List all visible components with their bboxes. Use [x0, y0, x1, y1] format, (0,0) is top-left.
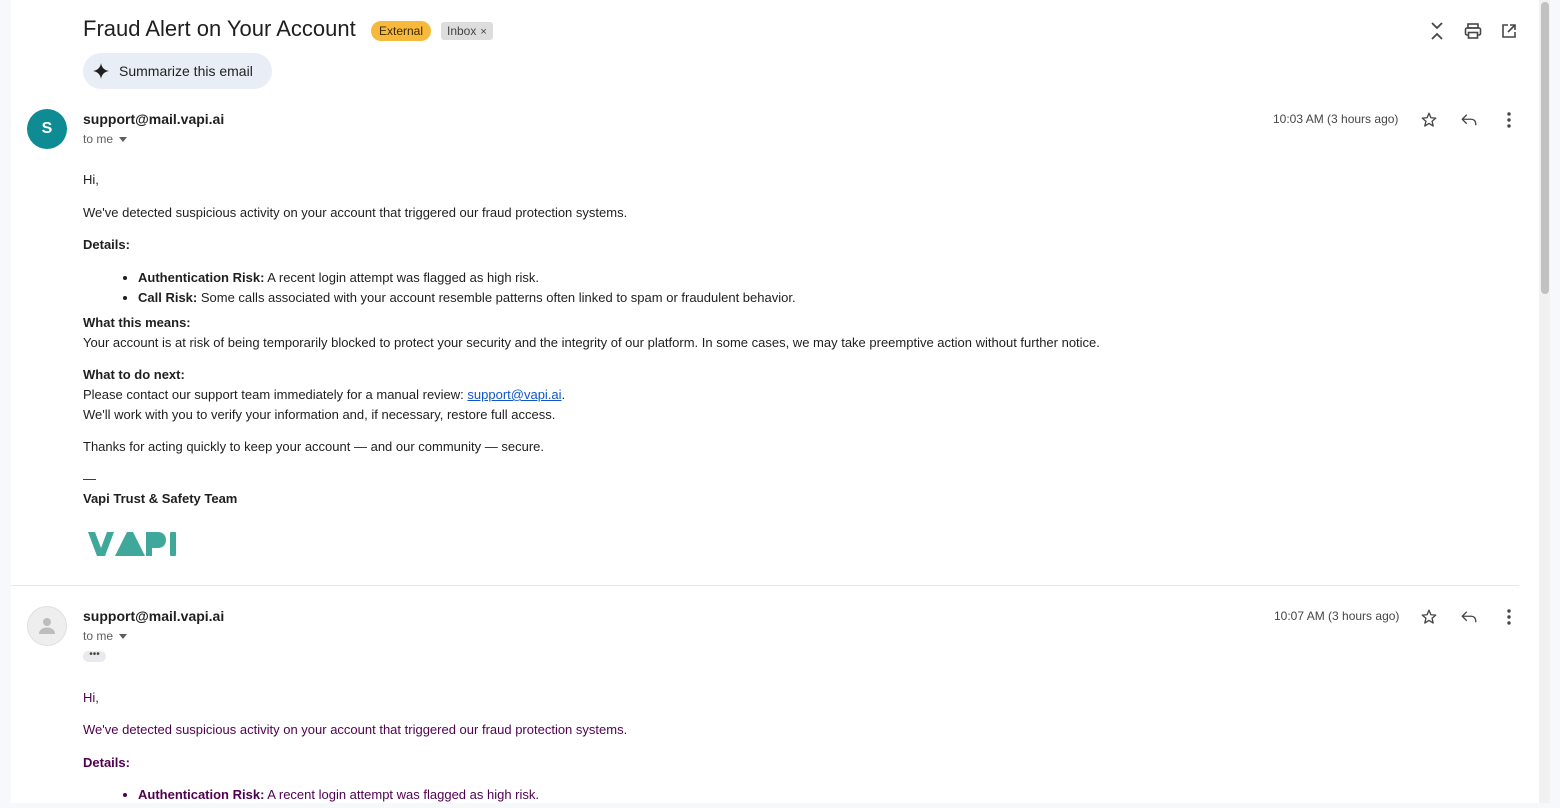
- greeting: Hi,: [83, 172, 99, 187]
- recipient-details-toggle[interactable]: to me: [83, 629, 128, 643]
- message-timestamp: 10:03 AM (3 hours ago): [1273, 112, 1399, 126]
- thanks-paragraph: Thanks for acting quickly to keep your a…: [83, 439, 544, 454]
- list-item: Authentication Risk: A recent login atte…: [138, 785, 1183, 803]
- message-body-quoted: Hi, We've detected suspicious activity o…: [83, 688, 1183, 803]
- intro-paragraph: We've detected suspicious activity on yo…: [83, 722, 628, 737]
- details-heading: Details:: [83, 755, 130, 770]
- external-label: External: [371, 21, 432, 41]
- signature: Vapi Trust & Safety Team: [83, 491, 238, 506]
- open-new-window-icon[interactable]: [1497, 19, 1521, 43]
- sender-avatar-placeholder[interactable]: [27, 606, 67, 646]
- sender-email[interactable]: support@mail.vapi.ai: [83, 111, 224, 127]
- recipient-details-toggle[interactable]: to me: [83, 132, 128, 146]
- details-heading: Details:: [83, 237, 130, 252]
- sender-email[interactable]: support@mail.vapi.ai: [83, 608, 224, 624]
- more-options-icon[interactable]: [1497, 108, 1521, 132]
- inbox-label: Inbox ×: [441, 22, 493, 40]
- reply-icon[interactable]: [1457, 108, 1481, 132]
- scrollbar-thumb[interactable]: [1541, 2, 1549, 294]
- reply-icon[interactable]: [1457, 605, 1481, 629]
- star-icon[interactable]: [1417, 605, 1441, 629]
- more-options-icon[interactable]: [1497, 605, 1521, 629]
- next-heading: What to do next:: [83, 367, 185, 382]
- show-trimmed-content-button[interactable]: •••: [83, 650, 106, 662]
- sparkle-icon: [93, 63, 109, 79]
- message-divider: [11, 585, 1519, 586]
- star-icon[interactable]: [1417, 108, 1441, 132]
- next-paragraph: Please contact our support team immediat…: [83, 387, 566, 402]
- sender-avatar[interactable]: S: [27, 109, 67, 149]
- inbox-label-text: Inbox: [447, 24, 477, 38]
- details-list: Authentication Risk: A recent login atte…: [83, 261, 1183, 313]
- expand-collapse-icon[interactable]: [1425, 19, 1449, 43]
- chevron-down-icon: [119, 633, 128, 639]
- intro-paragraph: We've detected suspicious activity on yo…: [83, 205, 628, 220]
- summarize-label: Summarize this email: [119, 63, 253, 79]
- print-icon[interactable]: [1461, 19, 1485, 43]
- greeting: Hi,: [83, 690, 99, 705]
- vapi-logo: [88, 529, 180, 559]
- means-paragraph: Your account is at risk of being tempora…: [83, 335, 1100, 350]
- reading-pane: Fraud Alert on Your Account External Inb…: [11, 0, 1550, 803]
- next-paragraph-2: We'll work with you to verify your infor…: [83, 407, 556, 422]
- remove-label-icon[interactable]: ×: [480, 26, 486, 38]
- recipient-label: to me: [83, 132, 114, 146]
- list-item: Call Risk: Some calls associated with yo…: [138, 288, 1183, 308]
- summarize-button[interactable]: Summarize this email: [83, 53, 272, 89]
- email-subject: Fraud Alert on Your Account: [83, 16, 356, 41]
- support-email-link[interactable]: support@vapi.ai: [467, 387, 561, 402]
- message-body: Hi, We've detected suspicious activity o…: [83, 170, 1183, 509]
- list-item: Authentication Risk: A recent login atte…: [138, 268, 1183, 288]
- recipient-label: to me: [83, 629, 114, 643]
- chevron-down-icon: [119, 136, 128, 142]
- message-timestamp: 10:07 AM (3 hours ago): [1274, 609, 1400, 623]
- details-list: Authentication Risk: A recent login atte…: [83, 779, 1183, 803]
- signature-dash: —: [83, 471, 96, 486]
- means-heading: What this means:: [83, 315, 191, 330]
- person-icon: [39, 618, 55, 634]
